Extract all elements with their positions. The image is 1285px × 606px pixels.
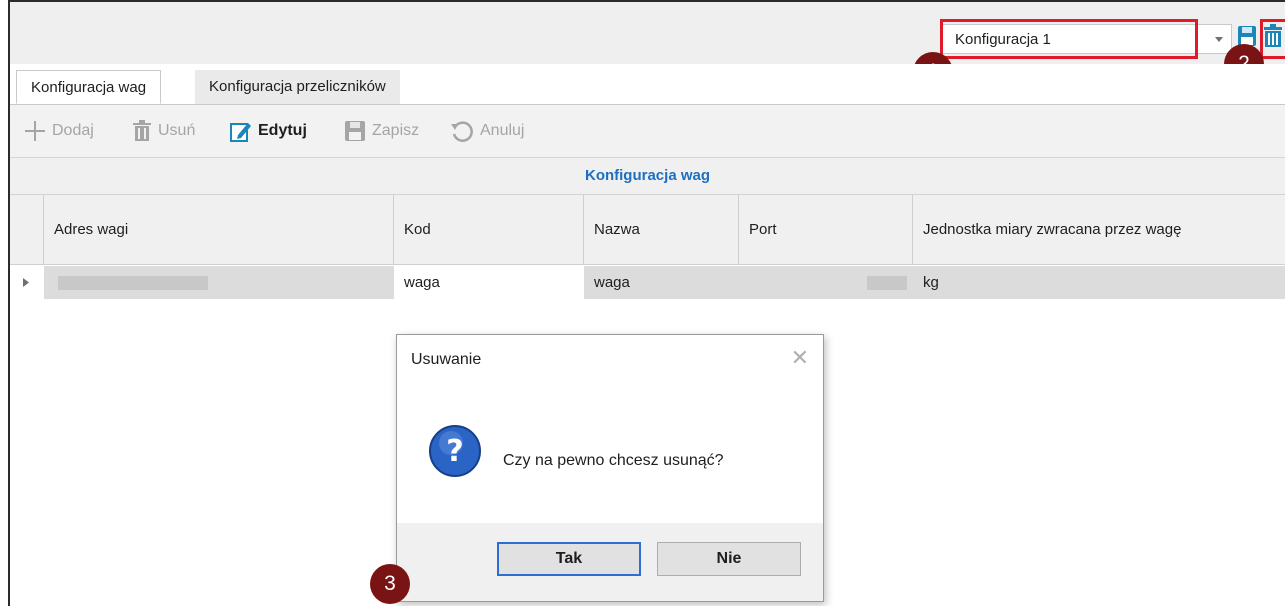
- cancel-button[interactable]: Anuluj: [450, 119, 524, 143]
- edit-icon: [230, 123, 251, 142]
- edit-button-label: Edytuj: [258, 122, 307, 139]
- cell-adres-wagi[interactable]: [44, 266, 394, 299]
- add-button[interactable]: Dodaj: [24, 119, 94, 143]
- trash-icon: [133, 120, 151, 141]
- question-icon: ?: [427, 423, 483, 483]
- column-header-nazwa[interactable]: Nazwa: [584, 195, 739, 265]
- column-header-jednostka[interactable]: Jednostka miary zwracana przez wagę: [913, 195, 1285, 265]
- dialog-title: Usuwanie: [411, 351, 482, 368]
- row-selector[interactable]: [10, 266, 44, 299]
- delete-button-label: Usuń: [158, 122, 196, 139]
- add-button-label: Dodaj: [52, 122, 94, 139]
- tab-bar: Konfiguracja wag Konfiguracja przeliczni…: [10, 64, 1285, 105]
- redacted-port: [867, 276, 907, 290]
- column-header-adres-wagi[interactable]: Adres wagi: [44, 195, 394, 265]
- cell-kod[interactable]: waga: [394, 266, 584, 299]
- delete-button[interactable]: Usuń: [132, 119, 195, 143]
- close-icon[interactable]: ✕: [791, 345, 809, 371]
- chevron-down-icon[interactable]: [1215, 37, 1223, 42]
- column-header-port[interactable]: Port: [739, 195, 913, 265]
- cell-jednostka[interactable]: kg: [913, 266, 1285, 299]
- save-button-label: Zapisz: [372, 122, 420, 139]
- cell-port[interactable]: [739, 266, 913, 299]
- redacted-address: [58, 276, 208, 290]
- dialog-message: Czy na pewno chcesz usunąć?: [503, 452, 724, 469]
- row-header-corner: [10, 195, 44, 265]
- cancel-button-label: Anuluj: [480, 122, 525, 139]
- app-window: Konfiguracja 1 1 2 Konfigu: [8, 0, 1285, 606]
- step-badge-3: 3: [370, 564, 410, 604]
- svg-text:?: ?: [446, 434, 463, 469]
- save-button[interactable]: Zapisz: [344, 119, 419, 143]
- undo-icon: [451, 121, 473, 142]
- confirm-delete-dialog: Usuwanie ✕ ? Czy na pewno chcesz usunąć?…: [396, 334, 824, 602]
- row-pointer-icon: [23, 278, 29, 287]
- highlight-box-1: [940, 19, 1198, 59]
- column-header-kod[interactable]: Kod: [394, 195, 584, 265]
- dialog-footer: Tak Nie: [397, 523, 823, 601]
- toolbar: Dodaj Usuń Edytuj Zapisz Anuluj: [10, 105, 1285, 158]
- top-bar: Konfiguracja 1 1 2: [10, 2, 1285, 92]
- tab-konfiguracja-przelicznikow[interactable]: Konfiguracja przeliczników: [195, 70, 400, 104]
- yes-button[interactable]: Tak: [497, 542, 641, 576]
- cell-nazwa[interactable]: waga: [584, 266, 739, 299]
- no-button[interactable]: Nie: [657, 542, 801, 576]
- edit-button[interactable]: Edytuj: [230, 119, 307, 143]
- save-icon: [345, 121, 365, 141]
- plus-icon: [25, 121, 45, 141]
- grid-title: Konfiguracja wag: [10, 158, 1285, 195]
- tab-konfiguracja-wag[interactable]: Konfiguracja wag: [16, 70, 162, 104]
- highlight-box-2: [1260, 19, 1285, 59]
